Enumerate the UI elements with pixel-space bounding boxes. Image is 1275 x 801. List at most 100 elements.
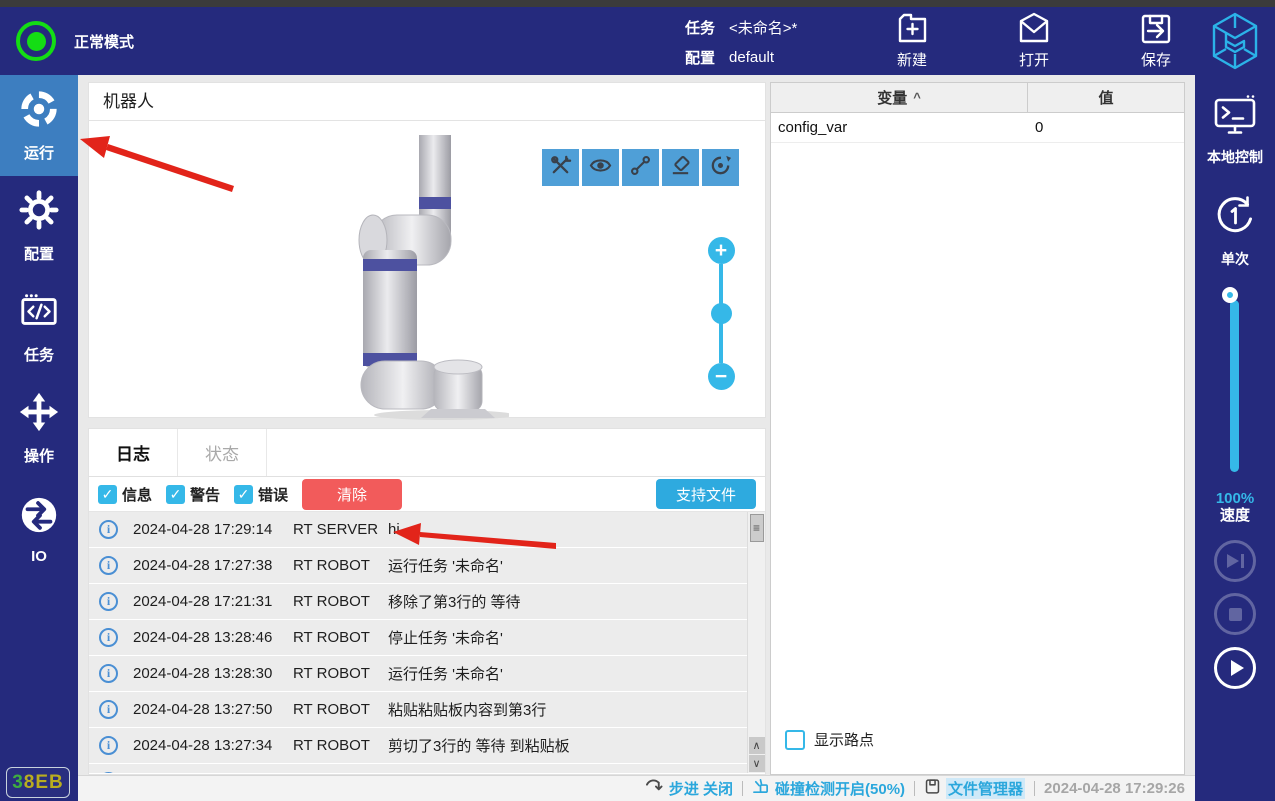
log-row[interactable]: i 2024-04-28 17:21:31 RT ROBOT 移除了第3行的 等…	[89, 584, 765, 619]
sidebar-item-run[interactable]: 运行	[0, 75, 78, 176]
step-mode-toggle[interactable]: 步进 关闭	[645, 778, 733, 799]
filter-warn-checkbox[interactable]: ✓	[166, 485, 185, 504]
log-source: RT SERVER	[293, 521, 388, 538]
show-view-button[interactable]	[582, 149, 619, 186]
zoom-slider-handle[interactable]	[711, 303, 732, 324]
info-icon: i	[99, 700, 118, 719]
variable-value: 0	[1028, 119, 1043, 136]
log-row[interactable]: i 2024-04-28 17:29:14 RT SERVER hi	[89, 512, 765, 547]
mode-indicator[interactable]: 正常模式	[16, 7, 134, 75]
statusbar-divider	[742, 781, 743, 796]
value-column-header[interactable]: 值	[1028, 83, 1184, 112]
log-row[interactable]: i 2024-04-28 13:28:30 RT ROBOT 运行任务 '未命名…	[89, 656, 765, 691]
filter-info-checkbox[interactable]: ✓	[98, 485, 117, 504]
log-source: RT ROBOT	[293, 665, 388, 682]
speed-slider-track[interactable]	[1230, 300, 1239, 472]
log-row[interactable]: i 2024-04-28 13:27:34 RT ROBOT 剪切了3行的 等待…	[89, 728, 765, 763]
stop-icon	[1229, 608, 1242, 621]
step-forward-button[interactable]	[1214, 540, 1256, 582]
config-name-value[interactable]: default	[729, 49, 774, 66]
robot-arm-render	[339, 135, 509, 420]
sidebar-item-task[interactable]: 任务	[0, 277, 78, 378]
play-button[interactable]	[1214, 647, 1256, 689]
log-source: RT ROBOT	[293, 629, 388, 646]
save-task-button[interactable]: 保存	[1116, 10, 1196, 70]
zoom-in-button[interactable]: +	[708, 237, 735, 264]
zoom-track-lower[interactable]	[719, 323, 723, 363]
badge-text: 3	[12, 772, 24, 794]
scrollbar-thumb[interactable]: ≡	[750, 514, 764, 542]
variables-panel: 变量 ^ 值 config_var 0 显示路点	[770, 82, 1185, 775]
log-time: 2024-04-28 17:27:38	[133, 557, 293, 574]
status-bar: 步进 关闭 碰撞检测开启(50%) 文件管理器 2	[78, 775, 1195, 801]
log-message: 停止任务 '未命名'	[388, 771, 765, 773]
task-config-block: 任务 <未命名>* 配置 default	[685, 12, 797, 72]
log-scrollbar[interactable]: ≡ ∧ ∨	[747, 512, 765, 773]
log-message: 运行任务 '未命名'	[388, 555, 765, 576]
tab-status[interactable]: 状态	[178, 429, 267, 476]
log-tabs: 日志 状态	[89, 429, 765, 477]
log-row[interactable]: i 2024-04-28 13:27:50 RT ROBOT 粘贴粘贴板内容到第…	[89, 692, 765, 727]
skip-bar-icon	[1241, 554, 1244, 568]
sidebar-item-config[interactable]: 配置	[0, 176, 78, 277]
log-row[interactable]: i 2024-04-28 13:28:46 RT ROBOT 停止任务 '未命名…	[89, 620, 765, 655]
single-run-button[interactable]: 单次	[1195, 193, 1275, 269]
tools-settings-button[interactable]	[542, 149, 579, 186]
support-file-button[interactable]: 支持文件	[656, 479, 756, 509]
clear-log-button[interactable]: 清除	[302, 479, 402, 510]
info-icon: i	[99, 772, 118, 773]
zoom-out-button[interactable]: −	[708, 363, 735, 390]
log-message: 停止任务 '未命名'	[388, 627, 765, 648]
robot-3d-view[interactable]: + −	[89, 121, 765, 417]
eye-icon	[589, 154, 612, 182]
show-waypoints-checkbox[interactable]	[785, 730, 805, 750]
open-button-label: 打开	[1019, 49, 1049, 70]
scroll-up-button[interactable]: ∧	[749, 737, 765, 754]
session-code-badge[interactable]: 3 8EB	[6, 767, 70, 798]
statusbar-clock: 2024-04-28 17:29:26	[1044, 780, 1185, 797]
file-manager-button[interactable]: 文件管理器	[924, 778, 1025, 799]
topbar-actions: 新建 打开 保存	[872, 10, 1196, 70]
open-task-button[interactable]: 打开	[994, 10, 1074, 70]
io-arrows-icon	[18, 494, 60, 541]
play-icon	[1231, 660, 1244, 676]
info-icon: i	[99, 664, 118, 683]
tab-log[interactable]: 日志	[89, 429, 178, 476]
erase-trace-button[interactable]	[662, 149, 699, 186]
speed-slider-handle[interactable]	[1222, 287, 1238, 303]
left-sidebar: 运行 配置	[0, 75, 78, 801]
task-label: 任务	[685, 17, 715, 38]
variable-row[interactable]: config_var 0	[771, 113, 1184, 143]
open-file-icon	[1016, 10, 1052, 46]
new-task-button[interactable]: 新建	[872, 10, 952, 70]
skip-icon	[1227, 554, 1239, 568]
new-file-icon	[894, 10, 930, 46]
reset-view-button[interactable]	[702, 149, 739, 186]
collision-detect-toggle[interactable]: 碰撞检测开启(50%)	[752, 778, 905, 799]
scroll-down-button[interactable]: ∨	[749, 755, 765, 772]
speed-label: 速度	[1195, 507, 1275, 524]
terminal-icon	[1212, 93, 1258, 142]
filter-error-checkbox[interactable]: ✓	[234, 485, 253, 504]
filter-error-label: 错误	[258, 484, 288, 505]
local-control-label: 本地控制	[1207, 147, 1263, 167]
log-row[interactable]: i 2024-04-28 17:27:38 RT ROBOT 运行任务 '未命名…	[89, 548, 765, 583]
variable-column-header[interactable]: 变量 ^	[771, 83, 1028, 112]
sort-caret-icon: ^	[913, 90, 921, 105]
drive-icon	[924, 778, 941, 799]
log-message: hi	[388, 521, 765, 538]
local-control-button[interactable]: 本地控制	[1195, 93, 1275, 167]
zoom-track-upper[interactable]	[719, 264, 723, 304]
run-target-icon	[18, 88, 60, 135]
stop-button[interactable]	[1214, 593, 1256, 635]
sidebar-item-operate[interactable]: 操作	[0, 378, 78, 479]
sidebar-item-label: 运行	[24, 142, 54, 163]
file-manager-label: 文件管理器	[946, 778, 1025, 799]
log-row[interactable]: i 2024-04-28 11:29:23 RT ROBOT 停止任务 '未命名…	[89, 764, 765, 773]
task-name-value[interactable]: <未命名>*	[729, 17, 797, 38]
path-trace-button[interactable]	[622, 149, 659, 186]
speed-percent: 100%	[1195, 490, 1275, 507]
mode-label: 正常模式	[74, 31, 134, 52]
sidebar-item-io[interactable]: IO	[0, 479, 78, 580]
variable-header-label: 变量	[877, 87, 907, 108]
